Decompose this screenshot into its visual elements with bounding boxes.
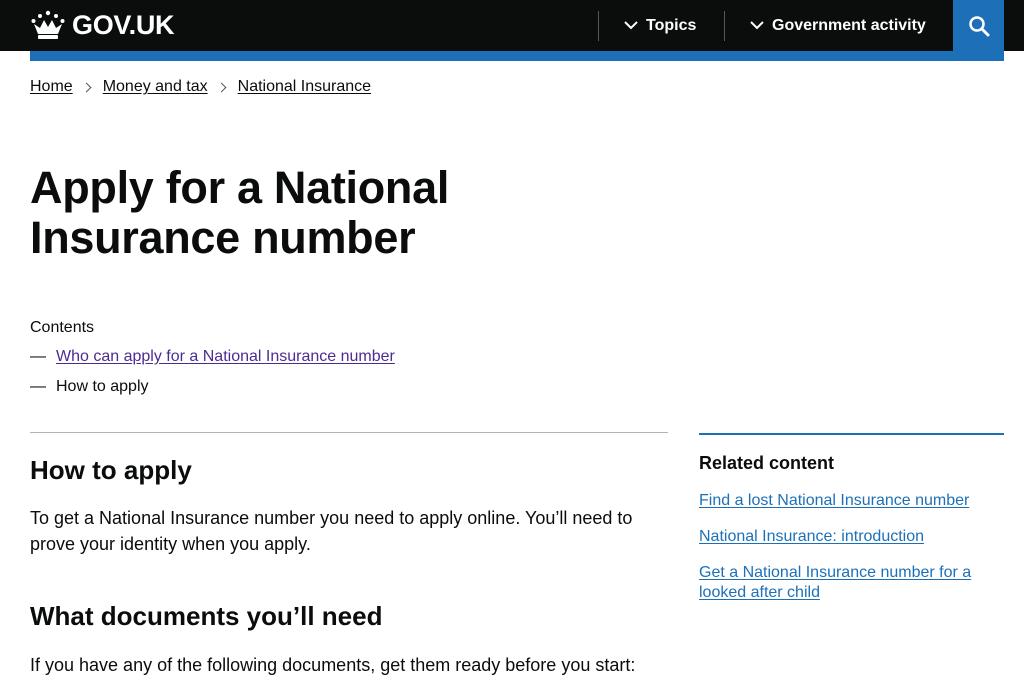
nav-topics-label: Topics [646, 16, 697, 34]
breadcrumb-national-insurance[interactable]: National Insurance [238, 78, 371, 96]
related-content-bar [699, 433, 1004, 435]
nav-divider [598, 11, 599, 41]
contents-item: — How to apply [30, 377, 395, 407]
contents-label: Contents [30, 319, 95, 336]
contents-dash: — [30, 378, 46, 395]
heading-documents-needed: What documents you’ll need [30, 601, 383, 631]
nav-government-activity[interactable]: Government activity [750, 0, 926, 51]
breadcrumb-money-and-tax[interactable]: Money and tax [103, 78, 208, 96]
contents-link-who-can-apply[interactable]: Who can apply for a National Insurance n… [56, 347, 395, 377]
paragraph-documents: If you have any of the following documen… [30, 655, 636, 675]
chevron-right-icon [81, 82, 92, 92]
header-blue-bar [30, 51, 1004, 61]
heading-how-to-apply: How to apply [30, 455, 192, 485]
related-link-ni-introduction[interactable]: National Insurance: introduction [699, 528, 924, 545]
related-item: Get a National Insurance number for a lo… [699, 563, 989, 603]
crown-icon [31, 10, 65, 39]
chevron-down-icon [624, 21, 638, 30]
contents-list: — Who can apply for a National Insurance… [30, 347, 395, 407]
related-item: National Insurance: introduction [699, 527, 989, 547]
nav-divider [724, 11, 725, 41]
section-divider [30, 432, 668, 433]
related-content-title: Related content [699, 453, 835, 473]
contents-dash: — [30, 348, 46, 365]
site-header: GOV.UK Topics Government activity [0, 0, 1024, 51]
related-link-find-lost-ni[interactable]: Find a lost National Insurance number [699, 492, 969, 509]
related-link-looked-after-child[interactable]: Get a National Insurance number for a lo… [699, 564, 971, 601]
page-title: Apply for a National Insurance number [30, 162, 450, 263]
related-content-list: Find a lost National Insurance number Na… [699, 491, 989, 619]
chevron-right-icon [216, 82, 227, 92]
related-item: Find a lost National Insurance number [699, 491, 989, 511]
nav-topics[interactable]: Topics [624, 0, 696, 51]
breadcrumb: Home Money and tax National Insurance [30, 77, 371, 97]
logo-text: GOV.UK [72, 10, 175, 40]
govuk-logo-link[interactable]: GOV.UK [30, 8, 175, 42]
nav-government-activity-label: Government activity [772, 16, 926, 34]
contents-item: — Who can apply for a National Insurance… [30, 347, 395, 377]
search-icon [968, 15, 989, 36]
paragraph-apply-online: To get a National Insurance number you n… [30, 508, 633, 554]
chevron-down-icon [750, 21, 764, 30]
contents-current-how-to-apply: How to apply [56, 378, 149, 395]
breadcrumb-home[interactable]: Home [30, 78, 73, 96]
search-button[interactable] [953, 0, 1004, 51]
